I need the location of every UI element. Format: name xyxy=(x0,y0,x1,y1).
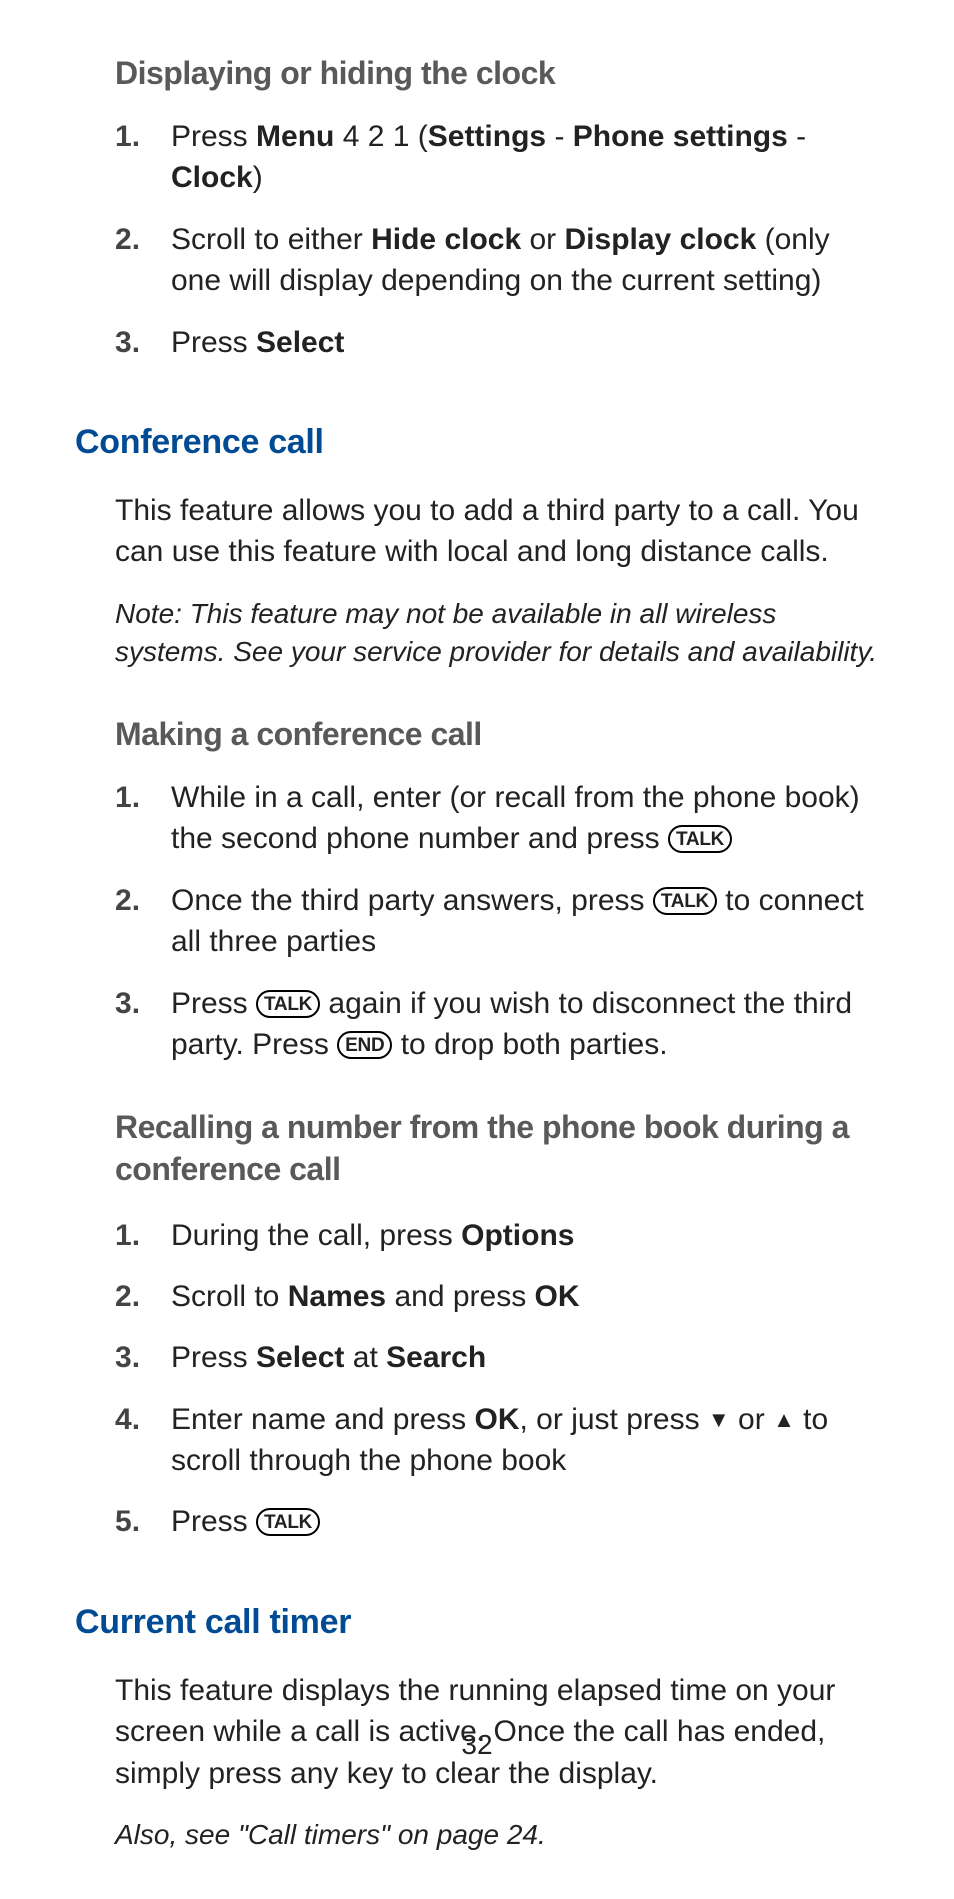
bold-hide-clock: Hide clock xyxy=(371,223,521,256)
bold-settings: Settings xyxy=(428,120,546,153)
steps-recalling-number: During the call, press Options Scroll to… xyxy=(115,1215,885,1543)
end-key-icon: END xyxy=(337,1031,392,1059)
section-title-conference-call: Conference call xyxy=(75,423,885,462)
bold-display-clock: Display clock xyxy=(565,223,757,256)
bold-search: Search xyxy=(386,1341,486,1374)
step-2: Once the third party answers, press TALK… xyxy=(115,880,885,963)
step-3: Press Select xyxy=(115,322,885,363)
text: 4 2 1 ( xyxy=(334,120,427,153)
triangle-up-icon: ▲ xyxy=(773,1405,795,1435)
talk-key-icon: TALK xyxy=(653,887,717,915)
text: Scroll to xyxy=(171,1280,288,1313)
subhead-recalling-number: Recalling a number from the phone book d… xyxy=(115,1107,885,1190)
bold-ok: OK xyxy=(535,1280,580,1313)
bold-names: Names xyxy=(288,1280,386,1313)
note-timer: Also, see "Call timers" on page 24. xyxy=(115,1816,885,1855)
text: While in a call, enter (or recall from t… xyxy=(171,781,860,855)
subhead-making-conference: Making a conference call xyxy=(115,716,885,753)
bold-clock: Clock xyxy=(171,161,253,194)
text: , or just press xyxy=(520,1403,708,1436)
step-5: Press TALK xyxy=(115,1501,885,1542)
bold-phone-settings: Phone settings xyxy=(573,120,788,153)
step-1: During the call, press Options xyxy=(115,1215,885,1256)
text: or xyxy=(521,223,564,256)
step-4: Enter name and press OK, or just press ▼… xyxy=(115,1399,885,1482)
bold-select: Select xyxy=(256,326,344,359)
step-2: Scroll to Names and press OK xyxy=(115,1276,885,1317)
text: ) xyxy=(253,161,263,194)
paragraph-conference-intro: This feature allows you to add a third p… xyxy=(115,490,885,573)
step-2: Scroll to either Hide clock or Display c… xyxy=(115,219,885,302)
page-number: 32 xyxy=(0,1729,954,1761)
steps-display-clock: Press Menu 4 2 1 (Settings - Phone setti… xyxy=(115,116,885,363)
text: Press xyxy=(171,120,256,153)
text: Enter name and press xyxy=(171,1403,475,1436)
text: Scroll to either xyxy=(171,223,371,256)
text: Press xyxy=(171,987,256,1020)
text: to drop both parties. xyxy=(392,1028,667,1061)
section-title-current-call-timer: Current call timer xyxy=(75,1603,885,1642)
text: - xyxy=(546,120,573,153)
bold-select: Select xyxy=(256,1341,344,1374)
text: Once the third party answers, press xyxy=(171,884,653,917)
step-3: Press TALK again if you wish to disconne… xyxy=(115,983,885,1066)
bold-menu: Menu xyxy=(256,120,334,153)
step-1: While in a call, enter (or recall from t… xyxy=(115,777,885,860)
triangle-down-icon: ▼ xyxy=(708,1405,730,1435)
bold-ok: OK xyxy=(475,1403,520,1436)
text: and press xyxy=(386,1280,534,1313)
note-conference: Note: This feature may not be available … xyxy=(115,595,885,672)
text: at xyxy=(344,1341,386,1374)
step-1: Press Menu 4 2 1 (Settings - Phone setti… xyxy=(115,116,885,199)
text: or xyxy=(730,1403,773,1436)
text: During the call, press xyxy=(171,1219,461,1252)
talk-key-icon: TALK xyxy=(256,1508,320,1536)
text: - xyxy=(788,120,806,153)
talk-key-icon: TALK xyxy=(668,825,732,853)
steps-making-conference: While in a call, enter (or recall from t… xyxy=(115,777,885,1065)
text: Press xyxy=(171,1505,256,1538)
step-3: Press Select at Search xyxy=(115,1337,885,1378)
talk-key-icon: TALK xyxy=(256,990,320,1018)
subhead-display-clock: Displaying or hiding the clock xyxy=(115,55,885,92)
text: Press xyxy=(171,1341,256,1374)
text: Press xyxy=(171,326,256,359)
bold-options: Options xyxy=(461,1219,574,1252)
